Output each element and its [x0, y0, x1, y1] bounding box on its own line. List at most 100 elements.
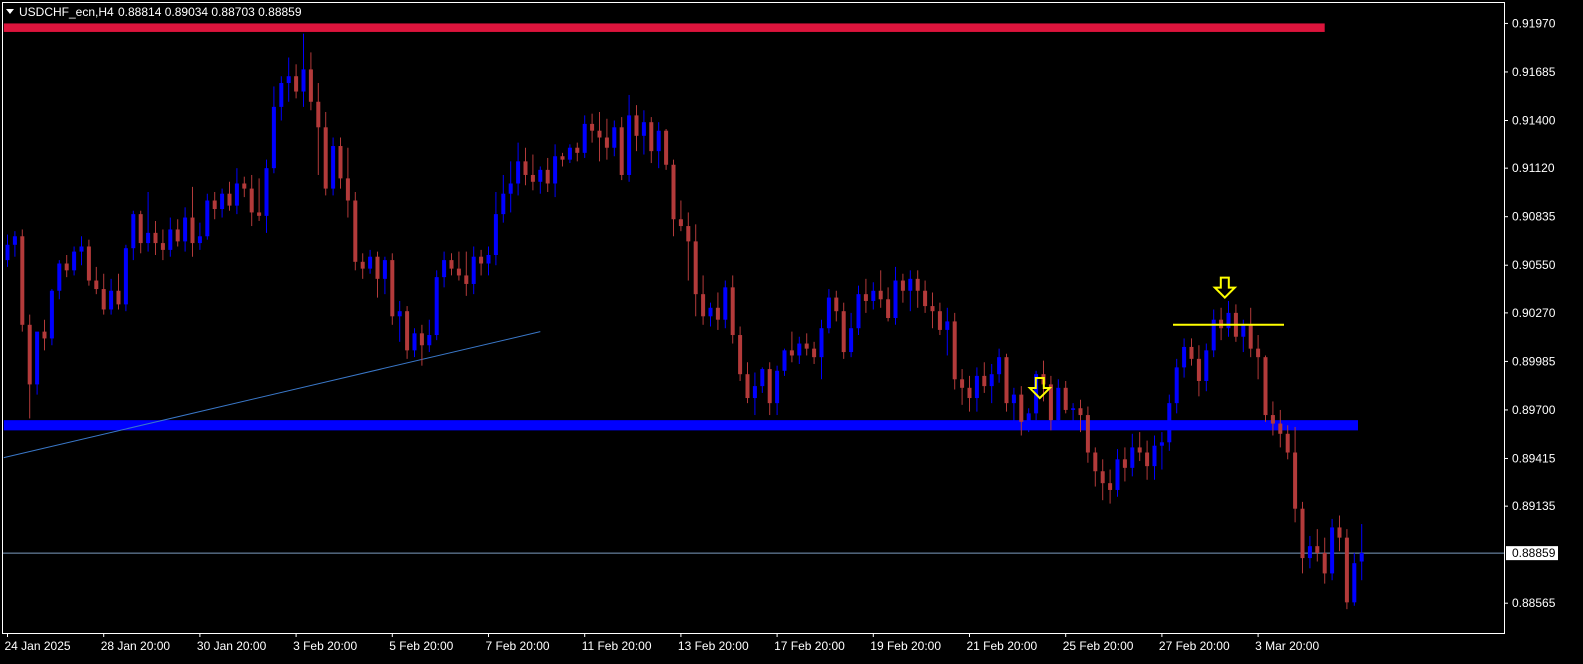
time-tick-label: 11 Feb 20:00 — [582, 639, 652, 653]
candle-body — [397, 311, 402, 317]
bearish-candle — [664, 129, 669, 170]
candle-body — [1189, 346, 1194, 359]
time-tick-label: 27 Feb 20:00 — [1159, 639, 1230, 653]
bullish-candle — [205, 193, 210, 240]
candle-body — [782, 350, 787, 371]
candle-body — [1071, 408, 1076, 410]
bullish-candle — [434, 270, 439, 341]
candle-body — [27, 324, 32, 385]
candle-body — [257, 212, 262, 216]
candle-body — [1263, 357, 1268, 416]
candle-body — [427, 335, 432, 346]
candle-body — [20, 236, 25, 325]
bearish-candle — [1263, 355, 1268, 422]
candle-body — [138, 214, 143, 244]
candle-body — [1093, 452, 1098, 472]
candle-body — [1359, 552, 1364, 562]
candle-body — [419, 333, 424, 346]
candle-body — [42, 331, 47, 339]
time-tick-label: 17 Feb 20:00 — [774, 639, 845, 653]
candle-body — [863, 294, 868, 301]
candle-body — [1137, 447, 1142, 453]
candle-body — [923, 290, 928, 307]
candle-body — [656, 130, 661, 152]
candle-body — [1152, 445, 1157, 467]
price-tick-label: 0.91685 — [1512, 65, 1556, 79]
candle-body — [1145, 452, 1150, 467]
candle-body — [360, 261, 365, 269]
ohlc-values: 0.88814 0.89034 0.88703 0.88859 — [118, 5, 302, 19]
candle-body — [701, 294, 706, 317]
candle-body — [1056, 387, 1061, 421]
candle-body — [797, 343, 802, 356]
candle-body — [560, 156, 565, 160]
candle-body — [12, 236, 17, 245]
candle-body — [530, 174, 535, 182]
candle-body — [1019, 394, 1024, 422]
candle-body — [545, 169, 550, 184]
candle-body — [1026, 413, 1031, 422]
candle-body — [1300, 508, 1305, 559]
candle-body — [634, 115, 639, 136]
candle-body — [664, 130, 669, 165]
candle-body — [575, 147, 580, 153]
candle-body — [590, 123, 595, 131]
candle-body — [109, 290, 114, 310]
bullish-candle — [331, 137, 336, 196]
candle-body — [1048, 384, 1053, 421]
candle-body — [1226, 312, 1231, 329]
current-price-label-text: 0.88859 — [1512, 546, 1556, 560]
time-tick-label: 28 Jan 20:00 — [101, 639, 171, 653]
bearish-candle — [353, 192, 358, 271]
candle-body — [94, 280, 99, 290]
candle-body — [671, 164, 676, 220]
candle-body — [205, 200, 210, 237]
candle-body — [1315, 546, 1320, 553]
support-zone — [3, 420, 1358, 431]
time-tick-label: 3 Mar 20:00 — [1255, 639, 1319, 653]
candle-body — [715, 307, 720, 320]
bearish-candle — [952, 312, 957, 390]
candle-body — [738, 335, 743, 375]
candle-body — [730, 287, 735, 336]
candle-body — [678, 219, 683, 227]
resistance-zone — [3, 23, 1325, 32]
candle-body — [271, 106, 276, 169]
candle-body — [1344, 537, 1349, 603]
candle-body — [197, 236, 202, 244]
price-tick-label: 0.89415 — [1512, 451, 1556, 465]
candle-body — [945, 321, 950, 330]
time-tick-label: 19 Feb 20:00 — [870, 639, 941, 653]
candlestick-chart[interactable]: 0.91970 0.91685 0.91400 0.91120 0.90835 0.905… — [0, 0, 1583, 664]
price-tick-label: 0.91400 — [1512, 113, 1556, 127]
candle-body — [1115, 459, 1120, 490]
candle-body — [952, 321, 957, 380]
candle-body — [183, 217, 188, 242]
candle-body — [316, 101, 321, 128]
candle-body — [886, 299, 891, 318]
candle-body — [1011, 394, 1016, 404]
candle-body — [220, 193, 225, 210]
candle-body — [604, 137, 609, 148]
bearish-candle — [20, 229, 25, 332]
candle-body — [249, 188, 254, 213]
candle-body — [123, 248, 128, 305]
candle-body — [294, 76, 299, 92]
candle-body — [264, 168, 269, 216]
candle-body — [345, 178, 350, 201]
candle-body — [308, 69, 313, 102]
candle-body — [649, 122, 654, 152]
candle-body — [997, 357, 1002, 375]
candle-body — [382, 260, 387, 279]
candle-body — [175, 229, 180, 242]
candle-body — [1330, 527, 1335, 574]
candle-body — [812, 348, 817, 358]
candle-body — [368, 256, 373, 269]
candle-body — [1182, 346, 1187, 368]
chart-window[interactable]: 0.91970 0.91685 0.91400 0.91120 0.90835 0.905… — [0, 0, 1583, 664]
bullish-candle — [123, 244, 128, 312]
candle-body — [101, 289, 106, 310]
candle-body — [900, 280, 905, 291]
candle-body — [405, 311, 410, 351]
candle-body — [1159, 442, 1164, 446]
